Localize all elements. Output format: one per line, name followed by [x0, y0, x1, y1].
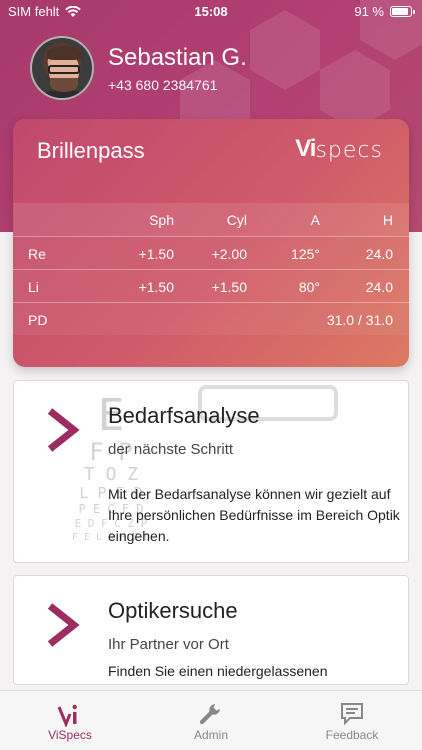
pass-title: Brillenpass: [37, 138, 145, 163]
table-row-right-eye: Re +1.50 +2.00 125° 24.0: [13, 236, 409, 269]
card-subtitle: Ihr Partner vor Ort: [108, 636, 229, 653]
brillenpass-card[interactable]: Brillenpass Vi specs Sph Cyl A H Re +1.50…: [13, 119, 409, 367]
tab-feedback[interactable]: Feedback: [282, 691, 422, 750]
battery-percent: 91 %: [354, 4, 384, 19]
feedback-icon: [341, 703, 363, 726]
card-subtitle: der nächste Schritt: [108, 441, 234, 458]
tab-vispecs[interactable]: ViSpecs: [0, 691, 140, 750]
wrench-icon: [199, 704, 220, 725]
table-row-pd: PD 31.0 / 31.0: [13, 302, 409, 335]
tab-label: Feedback: [325, 728, 379, 742]
hex-pattern: [320, 50, 390, 130]
bedarfsanalyse-card[interactable]: E F P T O Z L P E D P E C F D E D F C Z …: [13, 380, 409, 563]
tab-label: ViSpecs: [48, 728, 92, 742]
tab-admin[interactable]: Admin: [141, 691, 281, 750]
card-title: Bedarfsanalyse: [108, 403, 260, 428]
chevron-right-icon: [47, 408, 80, 452]
vispecs-logo: Vi specs: [295, 135, 383, 163]
table-row-left-eye: Li +1.50 +1.50 80° 24.0: [13, 269, 409, 302]
header-cyl: Cyl: [226, 212, 247, 228]
header-a: A: [310, 212, 320, 228]
tab-bar: ViSpecs Admin Feedback: [0, 690, 422, 750]
profile-phone: +43 680 2384761: [108, 77, 218, 93]
header-sph: Sph: [149, 212, 174, 228]
card-description: Finden Sie einen niedergelassenen: [108, 663, 328, 679]
battery-icon: [390, 6, 415, 17]
vispecs-logo-icon: [57, 704, 77, 727]
profile-name: Sebastian G.: [108, 44, 247, 71]
tab-label: Admin: [193, 728, 228, 742]
chevron-right-icon: [47, 603, 80, 647]
avatar[interactable]: [30, 36, 94, 100]
card-title: Optikersuche: [108, 598, 238, 623]
status-bar: SIM fehlt 15:08 91 %: [0, 0, 422, 22]
header-h: H: [382, 212, 393, 228]
optikersuche-card[interactable]: Optikersuche Ihr Partner vor Ort Finden …: [13, 575, 409, 685]
hex-pattern: [250, 10, 320, 90]
table-header-row: Sph Cyl A H: [13, 203, 409, 236]
card-description: Mit der Bedarfsanalyse können wir geziel…: [108, 486, 400, 544]
prescription-table: Sph Cyl A H Re +1.50 +2.00 125° 24.0 Li …: [13, 203, 409, 335]
